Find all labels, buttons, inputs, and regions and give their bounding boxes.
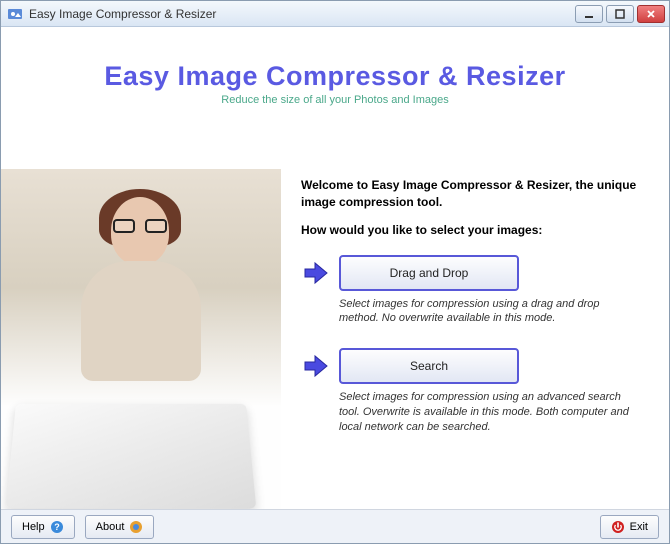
app-icon [7, 6, 23, 22]
decorative-photo [1, 169, 281, 509]
help-button[interactable]: Help ? [11, 515, 75, 539]
app-header: Easy Image Compressor & Resizer Reduce t… [1, 27, 669, 106]
svg-text:?: ? [54, 522, 60, 532]
help-icon: ? [50, 520, 64, 534]
about-icon [129, 520, 143, 534]
about-button[interactable]: About [85, 515, 155, 539]
maximize-button[interactable] [606, 5, 634, 23]
window-controls [575, 5, 665, 23]
option-search: Search [301, 348, 651, 384]
option-drag-drop: Drag and Drop [301, 255, 651, 291]
arrow-right-icon [301, 352, 329, 380]
content-area: Easy Image Compressor & Resizer Reduce t… [1, 27, 669, 509]
app-title: Easy Image Compressor & Resizer [1, 61, 669, 92]
prompt-text: How would you like to select your images… [301, 223, 651, 237]
search-description: Select images for compression using an a… [339, 390, 639, 435]
main-panel: Welcome to Easy Image Compressor & Resiz… [301, 177, 651, 457]
drag-and-drop-description: Select images for compression using a dr… [339, 297, 639, 327]
arrow-right-icon [301, 259, 329, 287]
welcome-text: Welcome to Easy Image Compressor & Resiz… [301, 177, 651, 211]
help-label: Help [22, 521, 45, 533]
exit-label: Exit [630, 521, 648, 533]
footer-bar: Help ? About Exit [1, 509, 669, 543]
exit-button[interactable]: Exit [600, 515, 659, 539]
app-tagline: Reduce the size of all your Photos and I… [1, 94, 669, 106]
minimize-button[interactable] [575, 5, 603, 23]
drag-and-drop-button[interactable]: Drag and Drop [339, 255, 519, 291]
about-label: About [96, 521, 125, 533]
power-icon [611, 520, 625, 534]
app-window: Easy Image Compressor & Resizer Easy Ima… [0, 0, 670, 544]
close-button[interactable] [637, 5, 665, 23]
search-button[interactable]: Search [339, 348, 519, 384]
window-title: Easy Image Compressor & Resizer [29, 7, 575, 21]
titlebar: Easy Image Compressor & Resizer [1, 1, 669, 27]
